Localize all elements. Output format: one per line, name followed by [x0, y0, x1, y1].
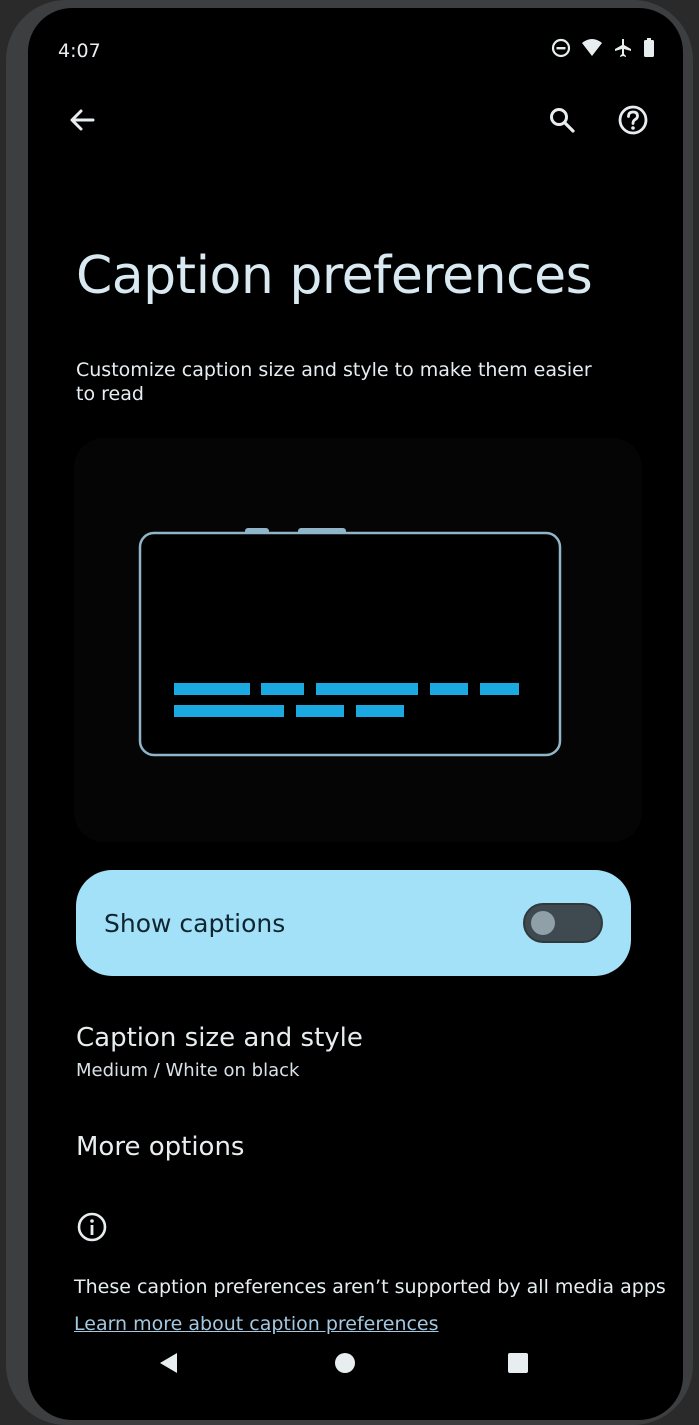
- help-button[interactable]: [611, 100, 655, 144]
- battery-icon: [643, 38, 655, 58]
- search-icon: [548, 106, 576, 138]
- help-icon: [617, 104, 649, 140]
- footer-note: These caption preferences aren’t support…: [74, 1276, 666, 1298]
- show-captions-row[interactable]: Show captions: [76, 870, 631, 976]
- search-button[interactable]: [540, 100, 584, 144]
- page-title: Caption preferences: [76, 246, 593, 306]
- circle-home-icon: [334, 1352, 356, 1378]
- caption-size-title: Caption size and style: [76, 1023, 363, 1053]
- nav-home-button[interactable]: [323, 1343, 367, 1387]
- triangle-back-icon: [157, 1351, 179, 1379]
- wifi-icon: [581, 38, 603, 58]
- learn-more-link[interactable]: Learn more about caption preferences: [74, 1313, 439, 1335]
- nav-back-button[interactable]: [146, 1343, 190, 1387]
- switch-knob: [531, 911, 555, 935]
- page-subtitle: Customize caption size and style to make…: [76, 359, 592, 405]
- info-icon: [76, 1211, 108, 1243]
- show-captions-label: Show captions: [104, 908, 286, 938]
- status-icons: [551, 38, 655, 58]
- arrow-left-icon: [68, 106, 96, 138]
- status-time: 4:07: [58, 40, 101, 62]
- airplane-icon: [613, 38, 633, 58]
- back-button[interactable]: [60, 100, 104, 144]
- nav-recents-button[interactable]: [496, 1343, 540, 1387]
- caption-size-summary: Medium / White on black: [76, 1060, 300, 1081]
- phone-frame: 4:07 Caption preferences Customize capti…: [6, 0, 693, 1425]
- square-recents-icon: [507, 1352, 529, 1378]
- show-captions-switch[interactable]: [523, 903, 603, 943]
- caption-preview: [74, 438, 642, 842]
- screen: 4:07 Caption preferences Customize capti…: [28, 8, 683, 1420]
- do-not-disturb-icon: [551, 38, 571, 58]
- more-options-item[interactable]: More options: [76, 1132, 244, 1162]
- caption-preview-illustration: [138, 528, 562, 757]
